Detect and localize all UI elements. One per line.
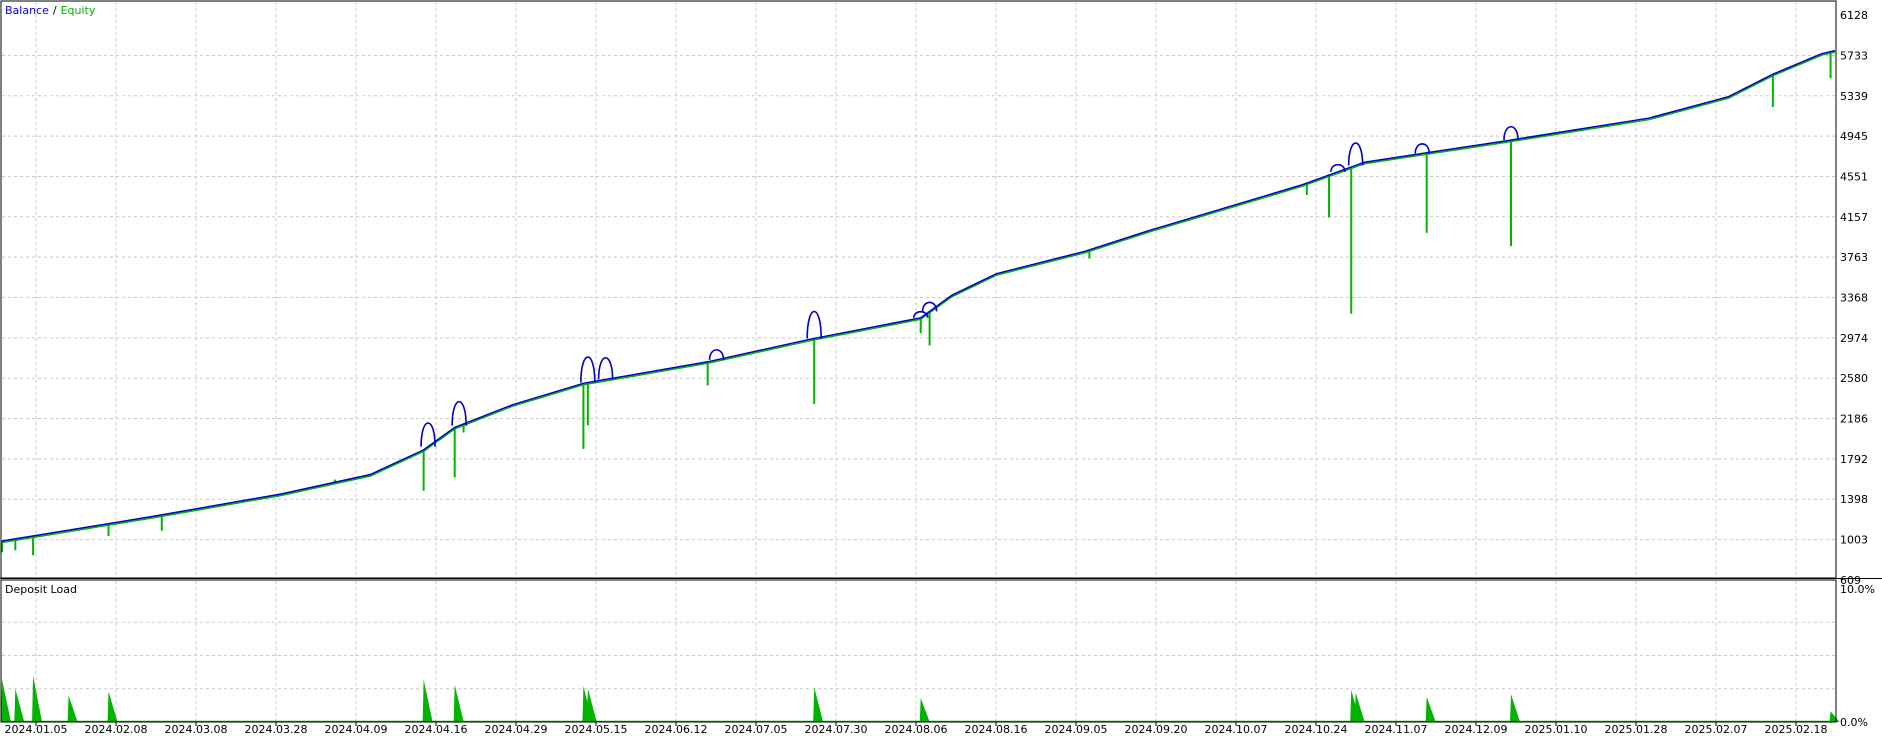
x-tick-label: 2024.11.07 [1365, 723, 1428, 736]
y-tick-label: 4551 [1840, 170, 1868, 183]
x-tick-label: 2024.08.16 [965, 723, 1028, 736]
balance-equity-chart: 6128 5733 5339 4945 4551 4157 3763 3368 2974 2580… [0, 0, 1882, 736]
y-tick-label: 2580 [1840, 372, 1868, 385]
x-tick-label: 2024.07.05 [725, 723, 788, 736]
y-tick-label: 4945 [1840, 130, 1868, 143]
x-tick-label: 2024.04.29 [485, 723, 548, 736]
x-tick-label: 2024.03.08 [165, 723, 228, 736]
chart-background [0, 0, 1882, 736]
deposit-y-tick-label: 0.0% [1840, 716, 1868, 729]
x-axis: 2024.01.05 2024.02.08 2024.03.08 2024.03.28… [5, 722, 1828, 736]
y-tick-label: 3368 [1840, 292, 1868, 305]
y-tick-label: 1003 [1840, 534, 1868, 547]
x-tick-label: 2024.02.08 [85, 723, 148, 736]
deposit-load-title: Deposit Load [5, 583, 77, 596]
y-tick-label: 3763 [1840, 251, 1868, 264]
x-tick-label: 2025.01.10 [1525, 723, 1588, 736]
y-tick-label: 2974 [1840, 332, 1868, 345]
y-tick-label: 5733 [1840, 49, 1868, 62]
y-tick-label: 6128 [1840, 9, 1868, 22]
x-tick-label: 2024.03.28 [245, 723, 308, 736]
x-tick-label: 2024.04.09 [325, 723, 388, 736]
x-tick-label: 2025.01.28 [1605, 723, 1668, 736]
x-tick-label: 2024.09.20 [1125, 723, 1188, 736]
x-tick-label: 2024.10.07 [1205, 723, 1268, 736]
legend-separator: / [53, 4, 57, 17]
x-tick-label: 2024.09.05 [1045, 723, 1108, 736]
legend-equity: Equity [61, 4, 96, 17]
x-tick-label: 2024.08.06 [885, 723, 948, 736]
x-tick-label: 2024.10.24 [1285, 723, 1348, 736]
deposit-y-tick-label: 10.0% [1840, 583, 1875, 596]
y-tick-label: 2186 [1840, 413, 1868, 426]
x-tick-label: 2024.05.15 [565, 723, 628, 736]
x-tick-label: 2025.02.18 [1765, 723, 1828, 736]
x-tick-label: 2024.04.16 [405, 723, 468, 736]
x-tick-label: 2025.02.07 [1685, 723, 1748, 736]
y-tick-label: 1398 [1840, 493, 1868, 506]
y-tick-label: 5339 [1840, 90, 1868, 103]
y-axis: 6128 5733 5339 4945 4551 4157 3763 3368 2974 2580… [1840, 9, 1868, 587]
x-tick-label: 2024.07.30 [805, 723, 868, 736]
y-tick-label: 4157 [1840, 211, 1868, 224]
y-tick-label: 1792 [1840, 453, 1868, 466]
x-tick-label: 2024.12.09 [1445, 723, 1508, 736]
x-tick-label: 2024.01.05 [5, 723, 68, 736]
x-tick-label: 2024.06.12 [645, 723, 708, 736]
legend-balance: Balance [5, 4, 49, 17]
